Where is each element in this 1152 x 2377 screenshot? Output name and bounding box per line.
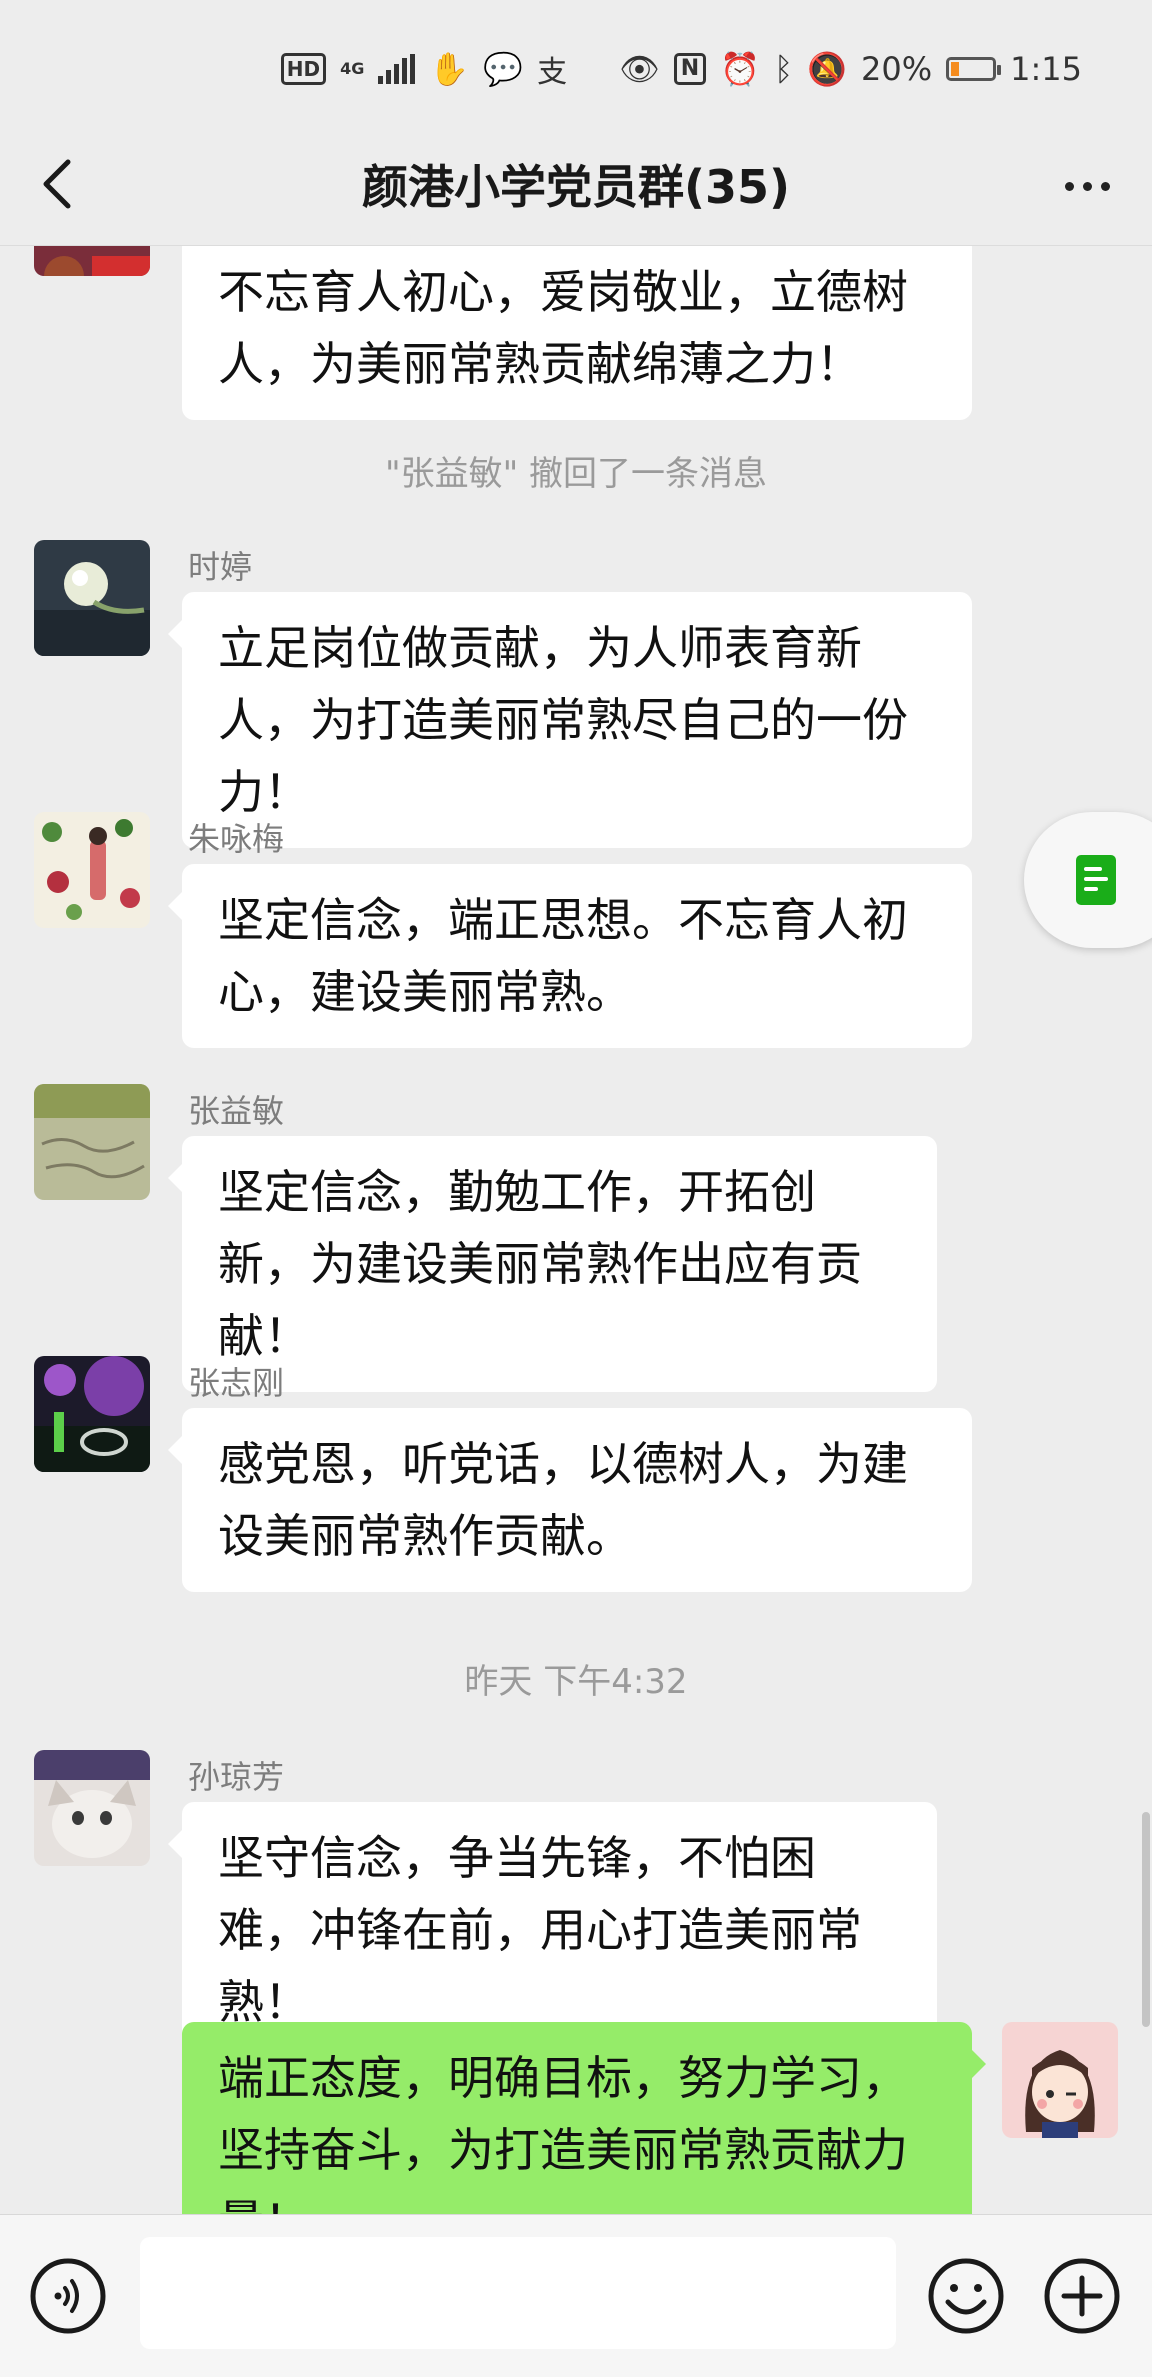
plus-icon [1044, 2258, 1120, 2334]
hd-icon: HD [280, 53, 327, 85]
avatar-image [34, 812, 150, 928]
sender-name: 张益敏 [188, 1092, 285, 1130]
more-options-button[interactable] [1052, 156, 1122, 216]
message-list[interactable]: 不忘育人初心，爱岗敬业，立德树人，为美丽常熟贡献绵薄之力！ "张益敏" 撤回了一… [0, 246, 1152, 2214]
avatar-image [34, 540, 150, 656]
avatar[interactable] [34, 540, 150, 656]
avatar[interactable] [34, 1750, 150, 1866]
signal-icon [378, 54, 416, 84]
chat-title: 颜港小学党员群(35) [361, 160, 791, 214]
sender-name: 时婷 [188, 548, 253, 586]
avatar-image [34, 1084, 150, 1200]
emoji-button[interactable] [926, 2256, 1006, 2336]
scrollbar[interactable] [1142, 1812, 1150, 2027]
network-type: 4G [340, 59, 365, 78]
avatar-image [1002, 2022, 1118, 2138]
mute-icon: 🔕 [807, 50, 848, 88]
message-bubble[interactable]: 坚定信念，端正思想。不忘育人初心，建设美丽常熟。 [168, 864, 972, 1048]
battery-percent: 20% [861, 50, 933, 88]
avatar-image [34, 1356, 150, 1472]
message-bubble[interactable]: 感党恩，听党话，以德树人，为建设美丽常熟作贡献。 [168, 1408, 972, 1592]
avatar[interactable] [34, 1084, 150, 1200]
my-avatar[interactable] [1002, 2022, 1118, 2138]
alipay-icon: 支 [537, 55, 568, 90]
message-input[interactable] [140, 2237, 896, 2349]
back-button[interactable] [30, 154, 90, 214]
sender-name: 张志刚 [188, 1364, 285, 1402]
status-bar: HD 4G ✋ 💬 支 👁 N ⏰ ᛒ 🔕 20% 1:15 [0, 0, 1152, 130]
eye-icon: 👁 [619, 50, 660, 88]
input-bar [0, 2214, 1152, 2377]
document-icon [1076, 855, 1116, 905]
message-bubble[interactable]: 不忘育人初心，爱岗敬业，立德树人，为美丽常熟贡献绵薄之力！ [182, 246, 972, 420]
floating-document-button[interactable] [1024, 812, 1152, 948]
sender-name: 朱咏梅 [188, 820, 285, 858]
hand-icon: ✋ [429, 50, 470, 88]
timestamp-divider: 昨天 下午4:32 [464, 1662, 688, 1702]
status-icons: HD 4G ✋ 💬 支 👁 N ⏰ ᛒ 🔕 20% 1:15 [280, 44, 1082, 94]
battery-level [951, 62, 960, 76]
avatar[interactable] [34, 1356, 150, 1472]
message-bubble[interactable]: 坚定信念，勤勉工作，开拓创新，为建设美丽常熟作出应有贡献！ [168, 1136, 937, 1392]
clock: 1:15 [1010, 50, 1082, 88]
more-functions-button[interactable] [1042, 2256, 1122, 2336]
nfc-icon: N [673, 53, 707, 85]
my-message-bubble[interactable]: 端正态度，明确目标，努力学习，坚持奋斗，为打造美丽常熟贡献力量！ [182, 2022, 986, 2214]
chat-notification-icon: 💬 [483, 50, 524, 88]
avatar-image [34, 246, 150, 276]
alarm-icon: ⏰ [720, 50, 760, 88]
message-bubble[interactable]: 坚守信念，争当先锋，不怕困难，冲锋在前，用心打造美丽常熟！ [168, 1802, 937, 2058]
message-bubble[interactable]: 立足岗位做贡献，为人师表育新人，为打造美丽常熟尽自己的一份力！ [168, 592, 972, 848]
voice-input-button[interactable] [28, 2256, 108, 2336]
avatar[interactable] [34, 246, 150, 276]
avatar-image [34, 1750, 150, 1866]
chevron-left-icon [43, 159, 71, 209]
recall-notice: "张益敏" 撤回了一条消息 [384, 454, 768, 494]
chat-header: 颜港小学党员群(35) [0, 130, 1152, 246]
avatar[interactable] [34, 812, 150, 928]
bluetooth-icon: ᛒ [773, 50, 794, 88]
smiley-icon [928, 2258, 1004, 2334]
sender-name: 孙琼芳 [188, 1758, 285, 1796]
voice-icon [30, 2258, 106, 2334]
battery-icon [946, 57, 1002, 81]
